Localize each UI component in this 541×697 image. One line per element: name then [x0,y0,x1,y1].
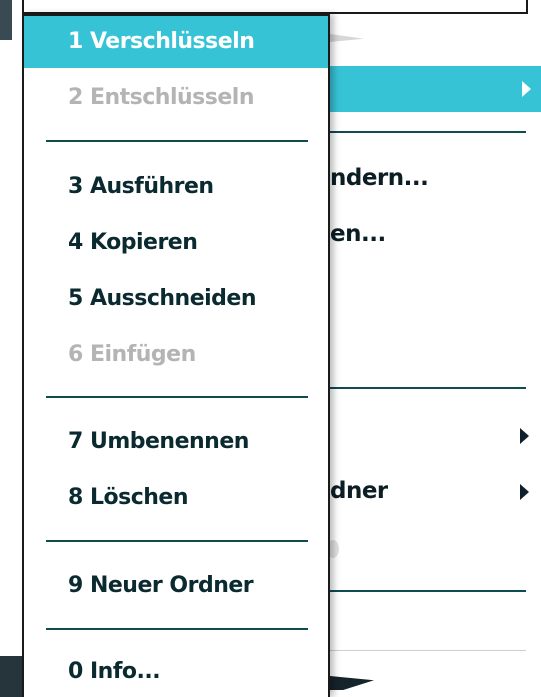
menu-item-cut[interactable]: 5 Ausschneiden [24,273,328,325]
menu-item-delete[interactable]: 8 Löschen [24,472,328,524]
menu-item-info[interactable]: 0 Info... [24,646,328,697]
parent-menu-right-border [526,0,528,14]
parent-menu-item-fragment[interactable]: dner [330,478,388,504]
parent-menu-separator [330,590,526,592]
menu-separator [46,396,308,398]
edge-dark-top [0,0,12,40]
submenu-arrow-icon[interactable] [520,428,529,444]
menu-separator [46,540,308,542]
menu-item-copy[interactable]: 4 Kopieren [24,217,328,269]
menu-item-decrypt[interactable]: 2 Entschlüsseln [24,72,328,124]
menu-item-new-folder[interactable]: 9 Neuer Ordner [24,560,328,612]
context-menu: 1 Verschlüsseln 2 Entschlüsseln 3 Ausfüh… [22,14,330,697]
parent-menu-separator-light [330,650,526,651]
menu-separator [46,628,308,630]
parent-menu-separator [330,387,526,389]
dark-arrow-shape [330,676,374,690]
parent-window-edge [0,0,24,697]
menu-item-paste[interactable]: 6 Einfügen [24,329,328,381]
menu-item-encrypt[interactable]: 1 Verschlüsseln [24,16,328,68]
submenu-arrow-icon [522,81,531,97]
menu-item-run[interactable]: 3 Ausführen [24,161,328,213]
screen: ndern... en... dner 1 Verschlüsseln 2 En… [0,0,541,697]
parent-menu-item-fragment[interactable]: en... [330,221,386,247]
parent-menu-item-fragment[interactable]: ndern... [330,165,428,191]
faded-arrow-shape [330,34,364,42]
parent-menu-separator [330,131,526,133]
parent-menu-item-highlighted[interactable] [330,66,541,112]
menu-separator [46,140,308,142]
edge-dark-bottom [0,656,22,697]
menu-item-rename[interactable]: 7 Umbenennen [24,416,328,468]
submenu-arrow-icon[interactable] [520,484,529,500]
